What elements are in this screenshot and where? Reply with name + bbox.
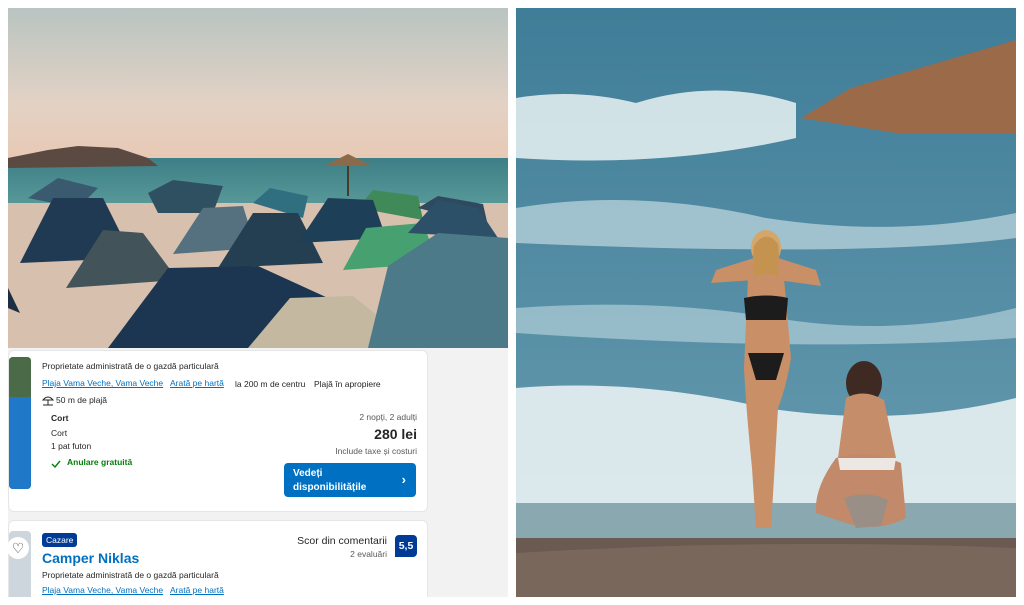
heart-icon[interactable]: ♡ [8,537,29,559]
see-availability-button[interactable]: Vedeți disponibilitățile › [284,463,416,497]
location-link[interactable]: Plaja Vama Veche, Vama Veche [42,585,163,595]
room-title: Cort [51,413,69,423]
taxes-note: Include taxe și costuri [335,446,417,456]
beach-distance: 50 m de plajă [56,395,108,405]
beach-nearby-text: Plajă în apropiere [314,379,381,389]
host-note: Proprietate administrată de o gazdă part… [42,361,219,371]
review-count: 2 evaluări [350,549,387,559]
button-label-line1: Vedeți [293,468,323,479]
booking-listings: Proprietate administrată de o gazdă part… [8,348,508,597]
beach-people-photo [516,8,1016,597]
button-label-line2: disponibilitățile [293,482,367,493]
stay-info: 2 nopți, 2 adulți [359,412,417,422]
bed-info: 1 pat futon [51,441,92,451]
property-name[interactable]: Camper Niklas [42,550,139,566]
distance-text: la 200 m de centru [235,379,306,389]
price: 280 lei [374,426,417,442]
checkmark-icon [51,456,61,469]
map-link[interactable]: Arată pe hartă [170,378,224,388]
listing-card[interactable]: Proprietate administrată de o gazdă part… [8,350,428,512]
room-type: Cort [51,428,68,438]
umbrella-icon [41,393,55,406]
listing-thumbnail[interactable] [9,357,31,489]
listing-card[interactable]: ♡ Cazare Camper Niklas Scor din comentar… [8,520,428,597]
host-note: Proprietate administrată de o gazdă part… [42,570,219,580]
beach-tents-photo [8,8,508,348]
score-label: Scor din comentarii [297,535,387,547]
map-link[interactable]: Arată pe hartă [170,585,224,595]
free-cancellation: Anulare gratuită [67,457,133,467]
score-badge: 5,5 [395,535,417,557]
chevron-right-icon: › [401,472,406,487]
category-badge: Cazare [42,533,78,547]
location-link[interactable]: Plaja Vama Veche, Vama Veche [42,378,163,388]
